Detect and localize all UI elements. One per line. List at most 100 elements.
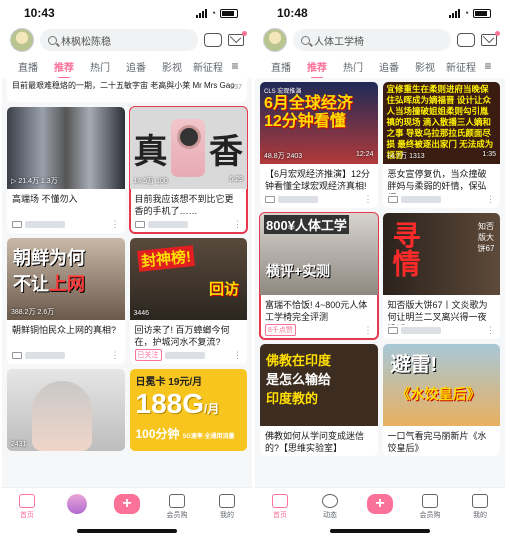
tab-new-journey[interactable]: 新征程 [443, 59, 479, 74]
tab-recommend[interactable]: 推荐 [46, 59, 82, 79]
video-meta: ⋮ [383, 325, 501, 339]
tab-movies[interactable]: 影视 [407, 59, 443, 74]
wifi-icon: ◔ [463, 8, 469, 18]
tab-hot[interactable]: 热门 [335, 59, 371, 74]
video-title: 高端场 不懂勿入 [12, 194, 78, 204]
tv-icon [472, 494, 488, 508]
uploader-name-blurred [25, 220, 65, 228]
nav-publish[interactable]: + [360, 494, 400, 514]
video-meta: 8千点赞 ⋮ [260, 324, 378, 339]
video-thumbnail: 真 香 14.5万 100 6:29 [129, 107, 247, 189]
play-count: 14.7万 [386, 153, 408, 160]
uploader-name-blurred [278, 195, 318, 203]
nav-mine[interactable]: 我的 [460, 494, 500, 520]
tab-anime[interactable]: 追番 [371, 59, 407, 74]
uploader-name-blurred [147, 220, 188, 228]
feed-top-strip[interactable]: 目前最艰难稳烙的一期，二十五敏字宙 老高與小莱 Mr Mrs Gao 237 [7, 78, 247, 102]
nav-dynamic[interactable]: 动态 [310, 494, 350, 520]
video-title: 知否版大饼67丨文炎歌为何让明兰二叉离兴得一夜没睡 [387, 300, 488, 325]
video-card[interactable]: 佛教在印度 是怎么输给 印度教的 佛教如何从学问变成迷信的?【思维实验室】 [260, 344, 378, 456]
video-thumbnail: 宜修重生在柔则进府当晚保住弘晖成为嫡福晋 设计让众人当场撞破姐姐柔则勾引胤禛的现… [382, 82, 500, 164]
more-icon[interactable]: ⋮ [233, 350, 242, 361]
status-bar: 10:48 ◔ [255, 0, 505, 26]
search-input[interactable]: 林枫松陈稳 [40, 29, 198, 51]
plus-icon: + [367, 494, 393, 514]
tab-anime[interactable]: 追番 [118, 59, 154, 74]
video-card[interactable]: 朝鲜为何 不让上网 388.2万 2.6万 朝鲜铜怕民众上网的真相? ⋮ [7, 238, 125, 364]
wifi-icon: ◔ [210, 8, 216, 18]
nav-home[interactable]: 首页 [260, 494, 300, 520]
video-title: 目前我应该想不到比它更香的手机了…… [134, 194, 234, 216]
comment-count: 2.6万 [37, 309, 55, 316]
video-card[interactable]: ▷ 21.4万 1.3万 高端场 不懂勿入 ⋮ [7, 107, 125, 233]
status-time: 10:43 [24, 6, 55, 20]
thumb-text: 封神榜! [136, 245, 195, 272]
battery-icon [473, 8, 491, 18]
ad-text: 100分钟 5G速率 全通用流量 [136, 425, 242, 442]
video-title: 一口气看完马丽新片《水饺皇后》 [387, 431, 487, 453]
video-title: 富瑞不恰饭! 4~800元人体工学椅完全评测 [265, 300, 368, 322]
nav-publish[interactable]: + [107, 494, 147, 514]
video-card[interactable]: CLS 宏观推演 6月全球经济 12分钟看懂 48.8万 2403 12:24 【… [260, 82, 378, 208]
video-card[interactable]: 宜修重生在柔则进府当晚保住弘晖成为嫡福晋 设计让众人当场撞破姐姐柔则勾引胤禛的现… [382, 82, 500, 208]
video-card[interactable]: 寻情 知否版大饼67 知否版大饼67丨文炎歌为何让明兰二叉离兴得一夜没睡 ⋮ [382, 213, 501, 339]
wind-icon [322, 494, 338, 508]
menu-icon[interactable]: ≡ [226, 59, 244, 73]
top-bar: 人体工学椅 [255, 26, 505, 54]
nav-mine[interactable]: 我的 [207, 494, 247, 520]
nav-vip-shop[interactable]: 会员购 [410, 494, 450, 520]
video-card[interactable]: 封神榜! 回访 3446 回访来了! 百万蟑螂今何在，护城河水不复流? 已关注 ⋮ [129, 238, 247, 364]
ad-text-unit: /月 [204, 402, 220, 416]
video-thumbnail: 封神榜! 回访 3446 [129, 238, 247, 320]
notification-dot [242, 31, 247, 36]
tab-new-journey[interactable]: 新征程 [190, 59, 226, 74]
tab-live[interactable]: 直播 [263, 59, 299, 74]
nav-vip-shop[interactable]: 会员购 [157, 494, 197, 520]
video-card[interactable]: 2431 [7, 369, 125, 451]
more-icon[interactable]: ⋮ [364, 325, 373, 336]
ad-text: 日冕卡 19元/月 [135, 377, 203, 388]
tab-movies[interactable]: 影视 [154, 59, 190, 74]
search-input[interactable]: 人体工学椅 [293, 29, 451, 51]
avatar[interactable] [10, 28, 34, 52]
video-card[interactable]: 避雷! 《水饺皇后》 一口气看完马丽新片《水饺皇后》 [382, 344, 500, 456]
nav-label: 首页 [20, 512, 34, 519]
strip-text: 目前最艰难稳烙的一期，二十五敏字宙 老高與小莱 Mr Mrs Gao [12, 81, 235, 90]
uploader-icon [134, 220, 145, 228]
ad-card[interactable]: 日冕卡 19元/月 188G/月 100分钟 5G速率 全通用流量 [129, 369, 247, 451]
thumb-text: 寻情 [389, 221, 421, 277]
video-card-highlighted[interactable]: 800¥人体工学 横评+实测 富瑞不恰饭! 4~800元人体工学椅完全评测 8千… [259, 212, 379, 340]
more-icon[interactable]: ⋮ [486, 194, 495, 205]
home-indicator [330, 529, 430, 533]
tab-recommend[interactable]: 推荐 [299, 59, 335, 79]
mail-icon[interactable] [228, 31, 247, 46]
comment-count: 2403 [286, 153, 303, 160]
video-meta: ⋮ [130, 219, 248, 233]
uploader-icon [265, 195, 275, 203]
game-icon[interactable] [457, 33, 475, 47]
play-count: 14.5万 [133, 178, 155, 185]
more-icon[interactable]: ⋮ [111, 219, 120, 230]
avatar[interactable] [263, 28, 287, 52]
menu-icon[interactable]: ≡ [479, 59, 497, 73]
video-card-highlighted[interactable]: 真 香 14.5万 100 6:29 目前我应该想不到比它更香的手机了…… ⋮ [128, 106, 248, 234]
video-feed: CLS 宏观推演 6月全球经济 12分钟看懂 48.8万 2403 12:24 【… [255, 78, 505, 487]
more-icon[interactable]: ⋮ [233, 219, 242, 230]
play-count: 2431 [11, 441, 27, 448]
game-icon[interactable] [204, 33, 222, 47]
nav-dynamic[interactable] [57, 494, 97, 514]
mail-icon[interactable] [481, 31, 500, 46]
tab-live[interactable]: 直播 [10, 59, 46, 74]
nav-home[interactable]: 首页 [7, 494, 47, 520]
tab-hot[interactable]: 热门 [82, 59, 118, 74]
thumb-text-left: 真 [133, 131, 168, 172]
thumb-text: 佛教在印度 [266, 353, 332, 368]
video-thumbnail: 寻情 知否版大饼67 [382, 213, 500, 295]
more-icon[interactable]: ⋮ [364, 194, 373, 205]
more-icon[interactable]: ⋮ [111, 350, 120, 361]
comment-count: 1313 [409, 153, 425, 160]
phone-left: 10:43 ◔ 林枫松陈稳 直播 推荐 热门 追番 影视 新征程 ≡ 目前最艰难… [2, 0, 252, 539]
shop-icon [169, 494, 185, 508]
more-icon[interactable]: ⋮ [486, 325, 495, 336]
uploader-name-blurred [400, 326, 441, 334]
